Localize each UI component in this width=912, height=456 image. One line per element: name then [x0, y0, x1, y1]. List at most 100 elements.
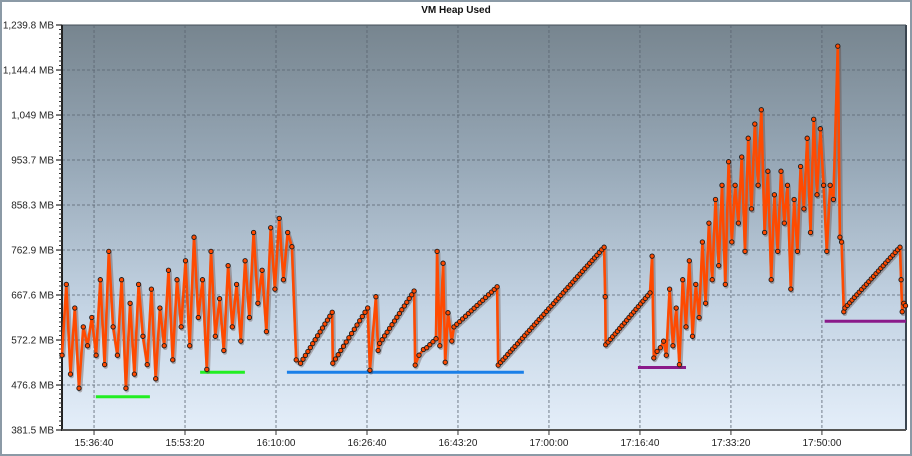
- data-point: [89, 314, 95, 321]
- data-point: [375, 347, 381, 354]
- data-point: [182, 258, 189, 264]
- data-point: [712, 196, 719, 203]
- data-point: [131, 371, 138, 377]
- data-point: [250, 229, 257, 236]
- data-point: [135, 281, 142, 288]
- data-point: [229, 324, 235, 330]
- data-point: [647, 290, 653, 296]
- y-tick-label: 1,144.4 MB: [3, 66, 54, 77]
- data-point: [178, 324, 184, 330]
- data-point: [246, 314, 253, 321]
- data-point: [649, 253, 655, 259]
- data-point: [221, 347, 227, 354]
- data-point: [373, 294, 379, 300]
- data-point: [899, 309, 905, 315]
- data-point: [683, 324, 689, 330]
- y-tick-label: 858.3 MB: [11, 201, 54, 212]
- data-point: [817, 126, 823, 132]
- y-tick-label: 953.7 MB: [11, 156, 54, 167]
- data-point: [739, 154, 745, 160]
- data-point: [332, 356, 339, 362]
- data-point: [242, 258, 248, 264]
- data-point: [204, 366, 210, 373]
- data-point: [771, 192, 778, 198]
- data-point: [165, 267, 172, 273]
- x-tick-label: 15:53:20: [166, 438, 205, 449]
- data-point: [686, 258, 692, 264]
- data-point: [84, 343, 91, 349]
- data-point: [93, 352, 99, 358]
- data-point: [680, 277, 686, 283]
- x-tick-label: 16:26:40: [348, 438, 387, 449]
- data-point: [663, 352, 669, 358]
- data-point: [699, 239, 706, 245]
- data-point: [898, 277, 904, 283]
- data-point: [276, 215, 282, 222]
- y-tick-label: 762.9 MB: [11, 246, 54, 257]
- data-point: [123, 385, 129, 391]
- data-point: [238, 338, 244, 344]
- data-point: [259, 267, 265, 273]
- data-point: [161, 343, 167, 349]
- data-point: [140, 333, 146, 339]
- data-point: [666, 286, 673, 292]
- data-point: [63, 281, 69, 288]
- data-point: [745, 135, 751, 141]
- data-point: [127, 300, 133, 306]
- data-point: [335, 352, 341, 358]
- data-point: [268, 225, 274, 231]
- data-point: [59, 352, 65, 358]
- data-point: [673, 305, 679, 311]
- data-point: [801, 206, 807, 212]
- data-point: [354, 322, 360, 328]
- data-point: [170, 357, 176, 363]
- y-tick-label: 476.8 MB: [11, 381, 54, 392]
- data-point: [761, 229, 768, 236]
- data-point: [359, 313, 365, 320]
- data-point: [101, 361, 108, 368]
- data-point: [280, 277, 287, 283]
- y-tick-label: 667.6 MB: [11, 291, 54, 302]
- data-point: [440, 260, 446, 266]
- data-point: [765, 168, 771, 174]
- data-point: [778, 168, 784, 174]
- data-point: [494, 284, 500, 290]
- data-point: [233, 281, 240, 288]
- data-point: [651, 355, 657, 361]
- data-point: [110, 324, 116, 330]
- data-point: [807, 229, 814, 236]
- data-point: [157, 305, 163, 311]
- data-point: [706, 220, 712, 226]
- data-point: [788, 286, 794, 292]
- data-point: [191, 234, 197, 240]
- data-point: [330, 360, 336, 366]
- data-point: [434, 248, 440, 255]
- data-point: [263, 328, 270, 335]
- data-point: [357, 318, 363, 324]
- x-tick-label: 17:33:20: [711, 438, 750, 449]
- data-point: [199, 277, 206, 283]
- x-tick-label: 17:50:00: [802, 438, 841, 449]
- data-point: [732, 182, 738, 188]
- data-point: [433, 336, 439, 342]
- data-point: [445, 310, 451, 316]
- data-point: [225, 262, 231, 269]
- data-point: [742, 248, 748, 255]
- data-point: [411, 288, 417, 294]
- data-point: [902, 303, 909, 309]
- data-point: [106, 248, 112, 255]
- data-point: [285, 229, 291, 236]
- data-point: [340, 343, 347, 349]
- data-point: [702, 300, 709, 306]
- data-point: [187, 343, 193, 349]
- y-tick-label: 572.2 MB: [11, 336, 54, 347]
- data-point: [827, 182, 833, 188]
- data-point: [67, 371, 74, 377]
- data-point: [153, 376, 159, 382]
- data-point: [351, 326, 357, 332]
- data-point: [676, 361, 683, 368]
- data-point: [346, 335, 352, 341]
- data-point: [657, 345, 663, 351]
- data-point: [293, 357, 299, 363]
- data-point: [775, 248, 781, 255]
